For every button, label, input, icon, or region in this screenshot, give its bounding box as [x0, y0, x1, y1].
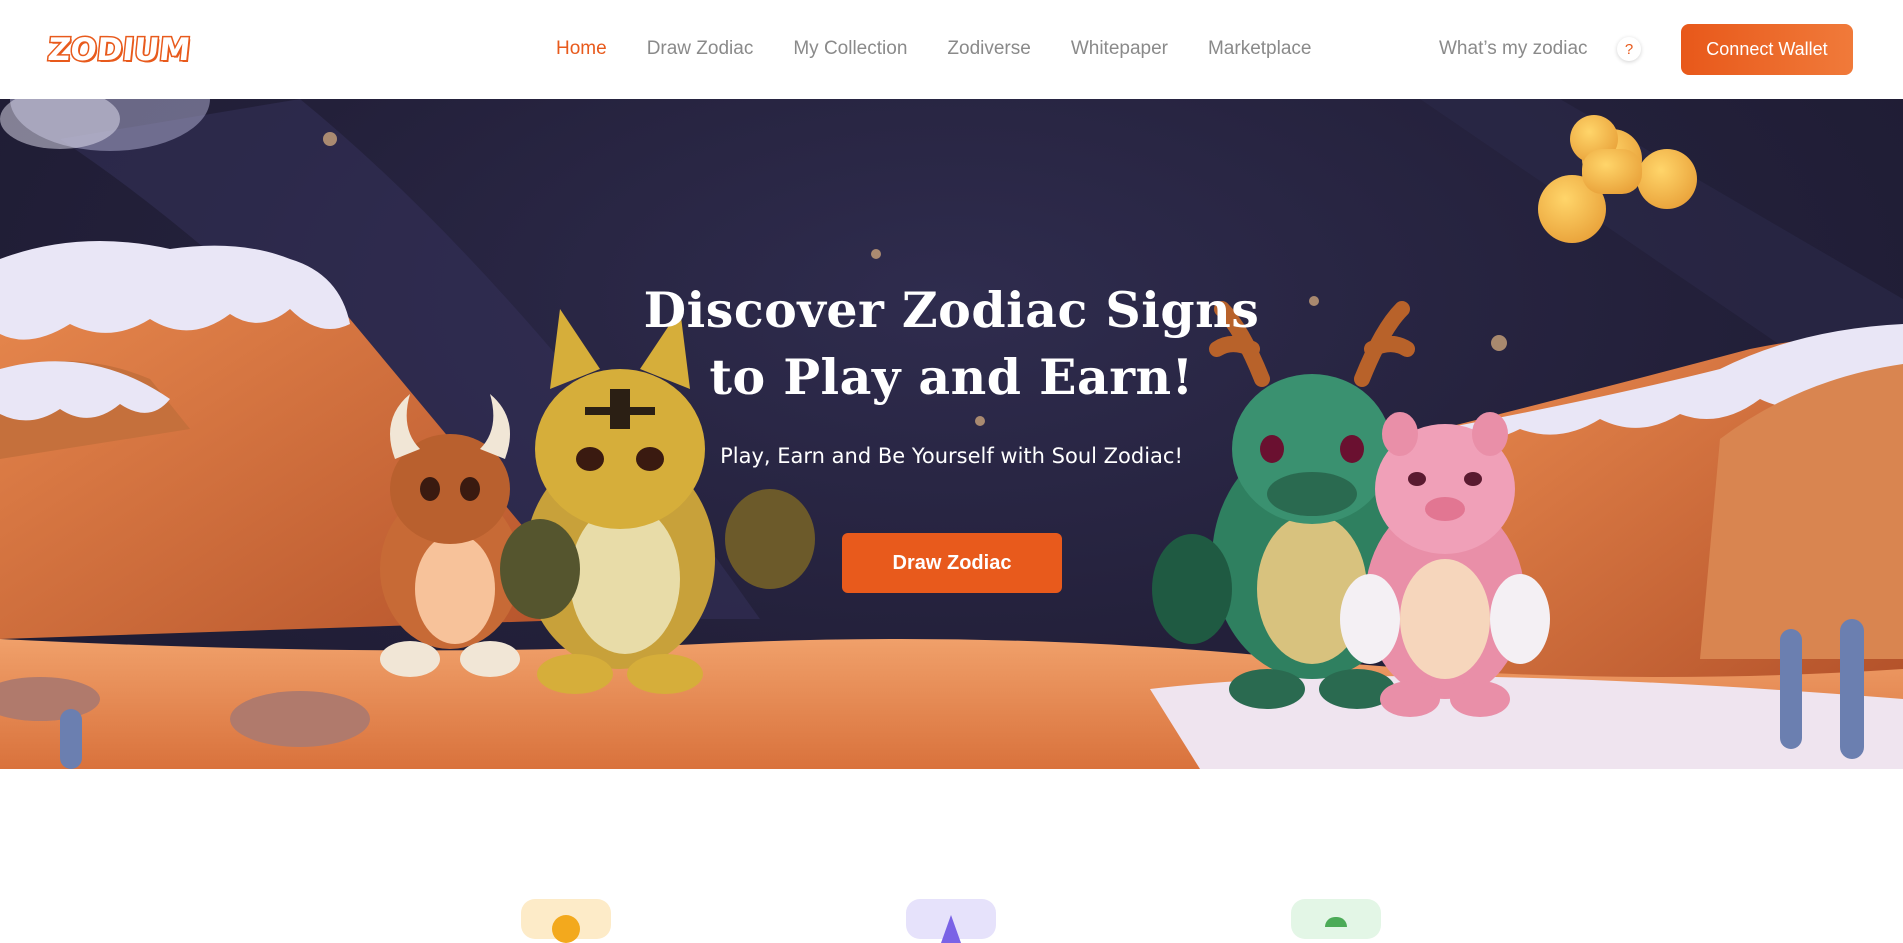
nav-marketplace[interactable]: Marketplace: [1208, 38, 1312, 60]
hero-banner: Discover Zodiac Signs to Play and Earn! …: [0, 99, 1903, 769]
whats-my-zodiac-link[interactable]: What’s my zodiac: [1439, 38, 1588, 60]
nav-zodiverse[interactable]: Zodiverse: [947, 38, 1030, 60]
hero-title: Discover Zodiac Signs to Play and Earn!: [0, 277, 1903, 411]
feature-tile-2: [906, 899, 996, 943]
main-nav: Home Draw Zodiac My Collection Zodiverse…: [556, 38, 1311, 60]
nav-my-collection[interactable]: My Collection: [793, 38, 907, 60]
hero-title-line-2: to Play and Earn!: [709, 348, 1194, 406]
ox-character: [380, 394, 520, 677]
logo-text: ZODIUM: [45, 31, 194, 70]
triangle-icon: [941, 915, 961, 943]
connect-wallet-button[interactable]: Connect Wallet: [1681, 24, 1853, 75]
zodium-logo[interactable]: ZODIUM: [45, 28, 194, 72]
coin-icon: [552, 915, 580, 943]
draw-zodiac-button[interactable]: Draw Zodiac: [842, 533, 1062, 593]
nav-whitepaper[interactable]: Whitepaper: [1071, 38, 1168, 60]
nav-home[interactable]: Home: [556, 38, 607, 60]
nav-draw-zodiac[interactable]: Draw Zodiac: [647, 38, 754, 60]
leaf-icon: [1325, 917, 1347, 927]
feature-tile-1: [521, 899, 611, 943]
hero-scene-illustration: [0, 99, 1903, 769]
site-header: ZODIUM Home Draw Zodiac My Collection Zo…: [0, 0, 1903, 99]
feature-tile-3: [1291, 899, 1381, 939]
hero-title-line-1: Discover Zodiac Signs: [643, 281, 1260, 339]
help-icon[interactable]: ?: [1617, 37, 1641, 61]
hero-subtitle: Play, Earn and Be Yourself with Soul Zod…: [720, 444, 1183, 468]
